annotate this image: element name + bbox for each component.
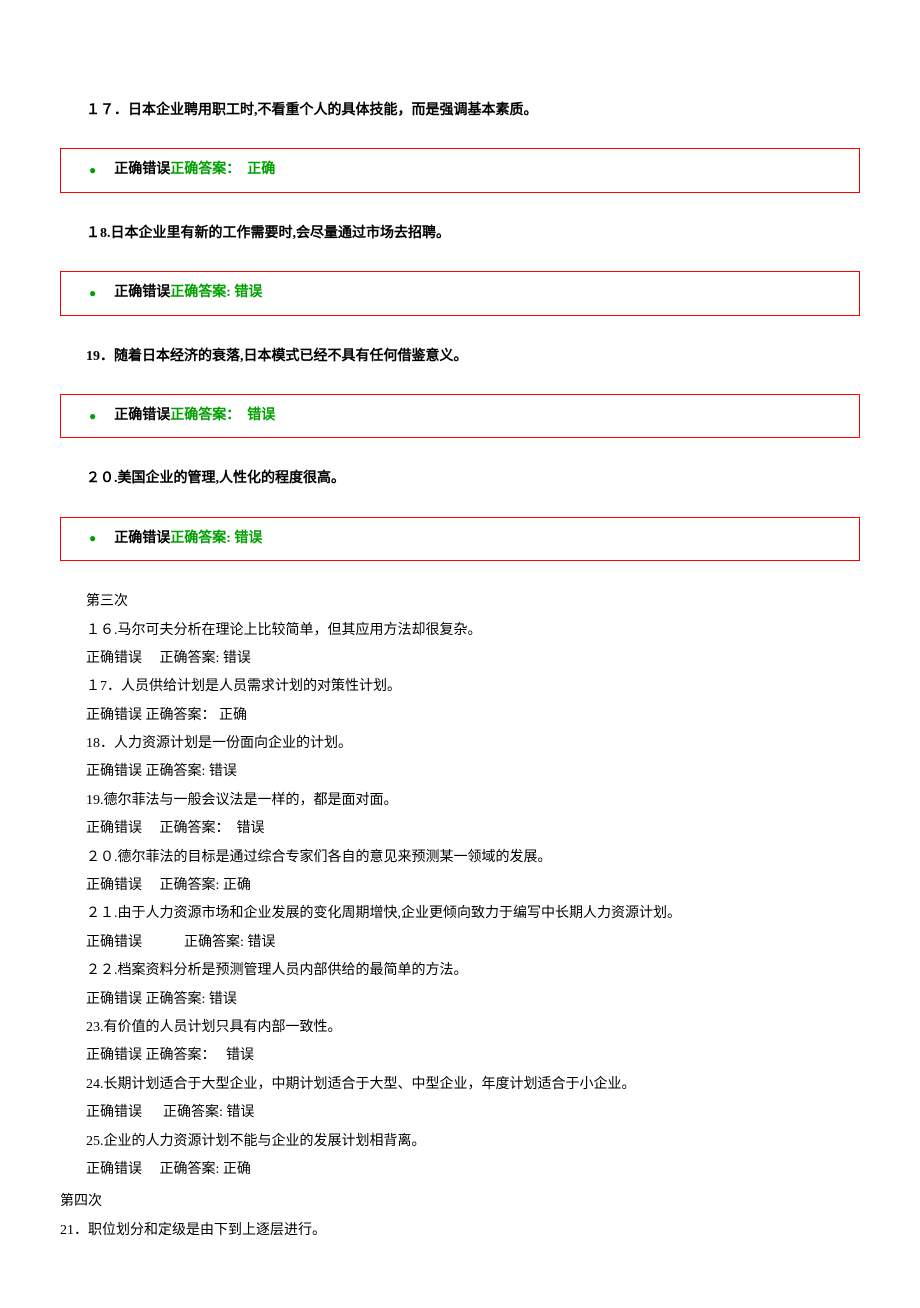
answer-label-17: 正确答案：: [170, 162, 233, 177]
answer-label-20: 正确答案:: [170, 531, 231, 546]
answer-box-20: ● 正确错误正确答案: 错误: [60, 517, 860, 561]
section-3-line: 正确错误 正确答案： 正确: [86, 705, 860, 727]
section-3-line: 正确错误 正确答案： 错误: [86, 1045, 860, 1067]
section-3-line: 正确错误 正确答案: 错误: [86, 932, 860, 954]
section-3-line: 正确错误 正确答案: 错误: [86, 761, 860, 783]
section-3-line: 19.德尔菲法与一般会议法是一样的，都是面对面。: [86, 790, 860, 812]
section-3-line: １7．人员供给计划是人员需求计划的对策性计划。: [86, 676, 860, 698]
answer-value-20: 错误: [234, 531, 262, 546]
section-3-line: 24.长期计划适合于大型企业，中期计划适合于大型、中型企业，年度计划适合于小企业…: [86, 1074, 860, 1096]
question-19: 19．随着日本经济的衰落,日本模式已经不具有任何借鉴意义。: [86, 346, 860, 368]
document-page: １７．日本企业聘用职工时,不看重个人的具体技能，而是强调基本素质。 ● 正确错误…: [0, 0, 920, 1308]
choices-18: 正确错误: [114, 285, 170, 300]
choices-17: 正确错误: [114, 162, 170, 177]
section-4-line: 21．职位划分和定级是由下到上逐层进行。: [60, 1220, 860, 1242]
answer-box-17: ● 正确错误正确答案： 正确: [60, 148, 860, 192]
question-18: １8.日本企业里有新的工作需要时,会尽量通过市场去招聘。: [86, 223, 860, 245]
choices-19: 正确错误: [114, 408, 170, 423]
section-3-line: 正确错误 正确答案: 错误: [86, 989, 860, 1011]
question-20: ２０.美国企业的管理,人性化的程度很高。: [86, 468, 860, 490]
answer-box-18: ● 正确错误正确答案: 错误: [60, 271, 860, 315]
section-3-line: ２０.德尔菲法的目标是通过综合专家们各自的意见来预测某一领域的发展。: [86, 847, 860, 869]
section-3-line: 正确错误 正确答案: 正确: [86, 875, 860, 897]
bullet-icon: ●: [89, 284, 96, 303]
choices-20: 正确错误: [114, 531, 170, 546]
question-17: １７．日本企业聘用职工时,不看重个人的具体技能，而是强调基本素质。: [86, 100, 860, 122]
section-3-line: ２２.档案资料分析是预测管理人员内部供给的最简单的方法。: [86, 960, 860, 982]
section-3-line: 25.企业的人力资源计划不能与企业的发展计划相背离。: [86, 1131, 860, 1153]
section-4-heading: 第四次: [60, 1191, 860, 1213]
section-3-line: ２１.由于人力资源市场和企业发展的变化周期增快,企业更倾向致力于编写中长期人力资…: [86, 903, 860, 925]
section-3-line: 正确错误 正确答案: 错误: [86, 1102, 860, 1124]
section-3-line: 正确错误 正确答案: 错误: [86, 648, 860, 670]
bullet-icon: ●: [89, 407, 96, 426]
section-3-heading: 第三次: [86, 591, 860, 613]
answer-value-17: 正确: [247, 162, 275, 177]
answer-value-19: 错误: [247, 408, 275, 423]
answer-value-18: 错误: [234, 285, 262, 300]
section-3-line: 18．人力资源计划是一份面向企业的计划。: [86, 733, 860, 755]
section-3-line: 正确错误 正确答案： 错误: [86, 818, 860, 840]
bullet-icon: ●: [89, 161, 96, 180]
answer-box-19: ● 正确错误正确答案： 错误: [60, 394, 860, 438]
section-3-line: １６.马尔可夫分析在理论上比较简单，但其应用方法却很复杂。: [86, 620, 860, 642]
section-3-line: 23.有价值的人员计划只具有内部一致性。: [86, 1017, 860, 1039]
answer-label-19: 正确答案：: [170, 408, 233, 423]
answer-label-18: 正确答案:: [170, 285, 231, 300]
section-3-line: 正确错误 正确答案: 正确: [86, 1159, 860, 1181]
bullet-icon: ●: [89, 529, 96, 548]
